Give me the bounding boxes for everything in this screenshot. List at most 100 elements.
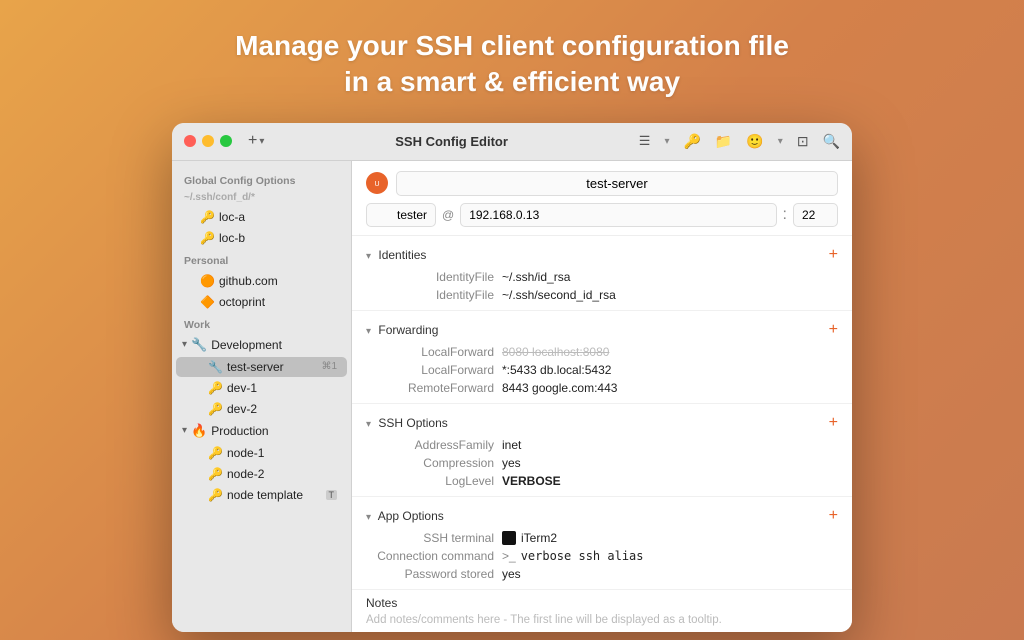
server-name-row: U — [366, 171, 838, 196]
identity-value: ~/.ssh/second_id_rsa — [502, 288, 838, 302]
app-window: + ▾ SSH Config Editor ☰ ▾ 🔑 📁 🙂 ▾ ⊡ 🔍 Gl… — [172, 123, 852, 632]
key-icon: 🔑 — [200, 210, 214, 224]
ssh-row-3: LogLevel VERBOSE — [352, 472, 852, 490]
global-config-section-title: Global Config Options — [172, 169, 351, 190]
smiley-icon[interactable]: 🙂 — [746, 133, 763, 150]
headline-line1: Manage your SSH client configuration fil… — [235, 28, 789, 64]
sidebar-item-loc-a[interactable]: 🔑 loc-a — [176, 207, 347, 227]
sidebar-item-test-server[interactable]: 🔧 test-server ⌘1 — [176, 357, 347, 377]
app-options-header[interactable]: ▾ App Options + — [352, 503, 852, 529]
identity-value: ~/.ssh/id_rsa — [502, 270, 838, 284]
server-addr-row: @ : — [366, 203, 838, 227]
close-button[interactable] — [184, 135, 196, 147]
app-option-password-row: Password stored yes — [352, 565, 852, 583]
identities-section: ▾ Identities + IdentityFile ~/.ssh/id_rs… — [352, 236, 852, 311]
identities-add-button[interactable]: + — [829, 246, 838, 264]
sidebar-item-label: github.com — [219, 274, 337, 288]
port-input[interactable] — [793, 203, 838, 227]
app-option-terminal-row: SSH terminal iTerm2 — [352, 529, 852, 547]
terminal-name: iTerm2 — [521, 531, 557, 545]
app-option-cmd-row: Connection command >_ verbose ssh alias — [352, 547, 852, 565]
ssh-row-1: AddressFamily inet — [352, 436, 852, 454]
sidebar-item-loc-b[interactable]: 🔑 loc-b — [176, 228, 347, 248]
toolbar-actions: ☰ ▾ 🔑 📁 🙂 ▾ ⊡ 🔍 — [639, 133, 840, 150]
ssh-options-header[interactable]: ▾ SSH Options + — [352, 410, 852, 436]
key-icon: 🔑 — [208, 402, 222, 416]
sidebar-item-dev-1[interactable]: 🔑 dev-1 — [176, 378, 347, 398]
window-icon[interactable]: ⊡ — [797, 133, 809, 150]
hostname-input[interactable] — [460, 203, 776, 227]
password-stored-value: yes — [502, 567, 521, 581]
app-option-key: Password stored — [352, 567, 502, 581]
cmd-prefix: >_ — [502, 549, 516, 563]
search-icon[interactable]: 🔍 — [823, 133, 840, 150]
sidebar-item-octoprint[interactable]: 🔶 octoprint — [176, 292, 347, 312]
forward-row-1: LocalForward 8080 localhost:8080 — [352, 343, 852, 361]
group-production[interactable]: ▾ 🔥 Production — [172, 420, 351, 442]
at-symbol: @ — [442, 208, 454, 222]
detail-header: U @ : — [352, 161, 852, 236]
minimize-button[interactable] — [202, 135, 214, 147]
notes-title: Notes — [366, 596, 838, 610]
forward-value: 8080 localhost:8080 — [502, 345, 838, 359]
sidebar-item-label: dev-2 — [227, 402, 337, 416]
sidebar-item-node-template[interactable]: 🔑 node template T — [176, 485, 347, 505]
server-name-input[interactable] — [396, 171, 838, 196]
sidebar-item-node-1[interactable]: 🔑 node-1 — [176, 443, 347, 463]
app-options-section: ▾ App Options + SSH terminal iTerm2 Conn… — [352, 497, 852, 590]
titlebar: + ▾ SSH Config Editor ☰ ▾ 🔑 📁 🙂 ▾ ⊡ 🔍 — [172, 123, 852, 161]
ssh-value: yes — [502, 456, 838, 470]
iterm-icon — [502, 531, 516, 545]
ssh-key: Compression — [352, 456, 502, 470]
server-icon: 🔧 — [208, 360, 222, 374]
dropdown-arrow-icon[interactable]: ▾ — [664, 136, 669, 147]
ssh-options-chevron: ▾ — [366, 419, 371, 430]
forward-row-3: RemoteForward 8443 google.com:443 — [352, 379, 852, 397]
forward-value: 8443 google.com:443 — [502, 381, 838, 395]
username-input[interactable] — [366, 203, 436, 227]
app-option-value: yes — [502, 567, 521, 581]
headline: Manage your SSH client configuration fil… — [235, 28, 789, 101]
list-view-icon[interactable]: ☰ — [639, 133, 651, 149]
forwarding-add-button[interactable]: + — [829, 321, 838, 339]
add-host-button[interactable]: + ▾ — [248, 132, 264, 150]
key-icon: 🔑 — [200, 231, 214, 245]
folder-icon[interactable]: 📁 — [715, 133, 732, 150]
ssh-options-title: ▾ SSH Options — [366, 416, 448, 430]
app-option-value: >_ verbose ssh alias — [502, 549, 644, 563]
key-icon: 🔑 — [208, 381, 222, 395]
identities-section-header[interactable]: ▾ Identities + — [352, 242, 852, 268]
forwarding-title: ▾ Forwarding — [366, 323, 438, 337]
github-icon: 🟠 — [200, 274, 214, 288]
sidebar-item-github[interactable]: 🟠 github.com — [176, 271, 347, 291]
forward-row-2: LocalForward *:5433 db.local:5432 — [352, 361, 852, 379]
shortcut-badge: ⌘1 — [321, 361, 337, 372]
identities-chevron: ▾ — [366, 251, 371, 262]
ssh-key: LogLevel — [352, 474, 502, 488]
app-options-add-button[interactable]: + — [829, 507, 838, 525]
maximize-button[interactable] — [220, 135, 232, 147]
notes-section: Notes Add notes/comments here - The firs… — [352, 590, 852, 632]
server-avatar: U — [366, 172, 388, 194]
sidebar: Global Config Options ~/.ssh/conf_d/* 🔑 … — [172, 161, 352, 632]
identity-row-1: IdentityFile ~/.ssh/id_rsa — [352, 268, 852, 286]
identity-key: IdentityFile — [352, 288, 502, 302]
sidebar-item-label: octoprint — [219, 295, 337, 309]
forward-key: LocalForward — [352, 363, 502, 377]
app-option-key: SSH terminal — [352, 531, 502, 545]
sidebar-item-dev-2[interactable]: 🔑 dev-2 — [176, 399, 347, 419]
ssh-options-add-button[interactable]: + — [829, 414, 838, 432]
headline-line2: in a smart & efficient way — [235, 64, 789, 100]
forwarding-section: ▾ Forwarding + LocalForward 8080 localho… — [352, 311, 852, 404]
forwarding-section-header[interactable]: ▾ Forwarding + — [352, 317, 852, 343]
group-development[interactable]: ▾ 🔧 Development — [172, 334, 351, 356]
app-options-title: ▾ App Options — [366, 509, 444, 523]
svg-text:U: U — [374, 181, 379, 188]
personal-section-title: Personal — [172, 249, 351, 270]
sidebar-item-node-2[interactable]: 🔑 node-2 — [176, 464, 347, 484]
key-icon[interactable]: 🔑 — [683, 133, 700, 150]
sidebar-item-label: node-1 — [227, 446, 337, 460]
forward-key: RemoteForward — [352, 381, 502, 395]
traffic-lights — [184, 135, 232, 147]
ssh-value: inet — [502, 438, 838, 452]
